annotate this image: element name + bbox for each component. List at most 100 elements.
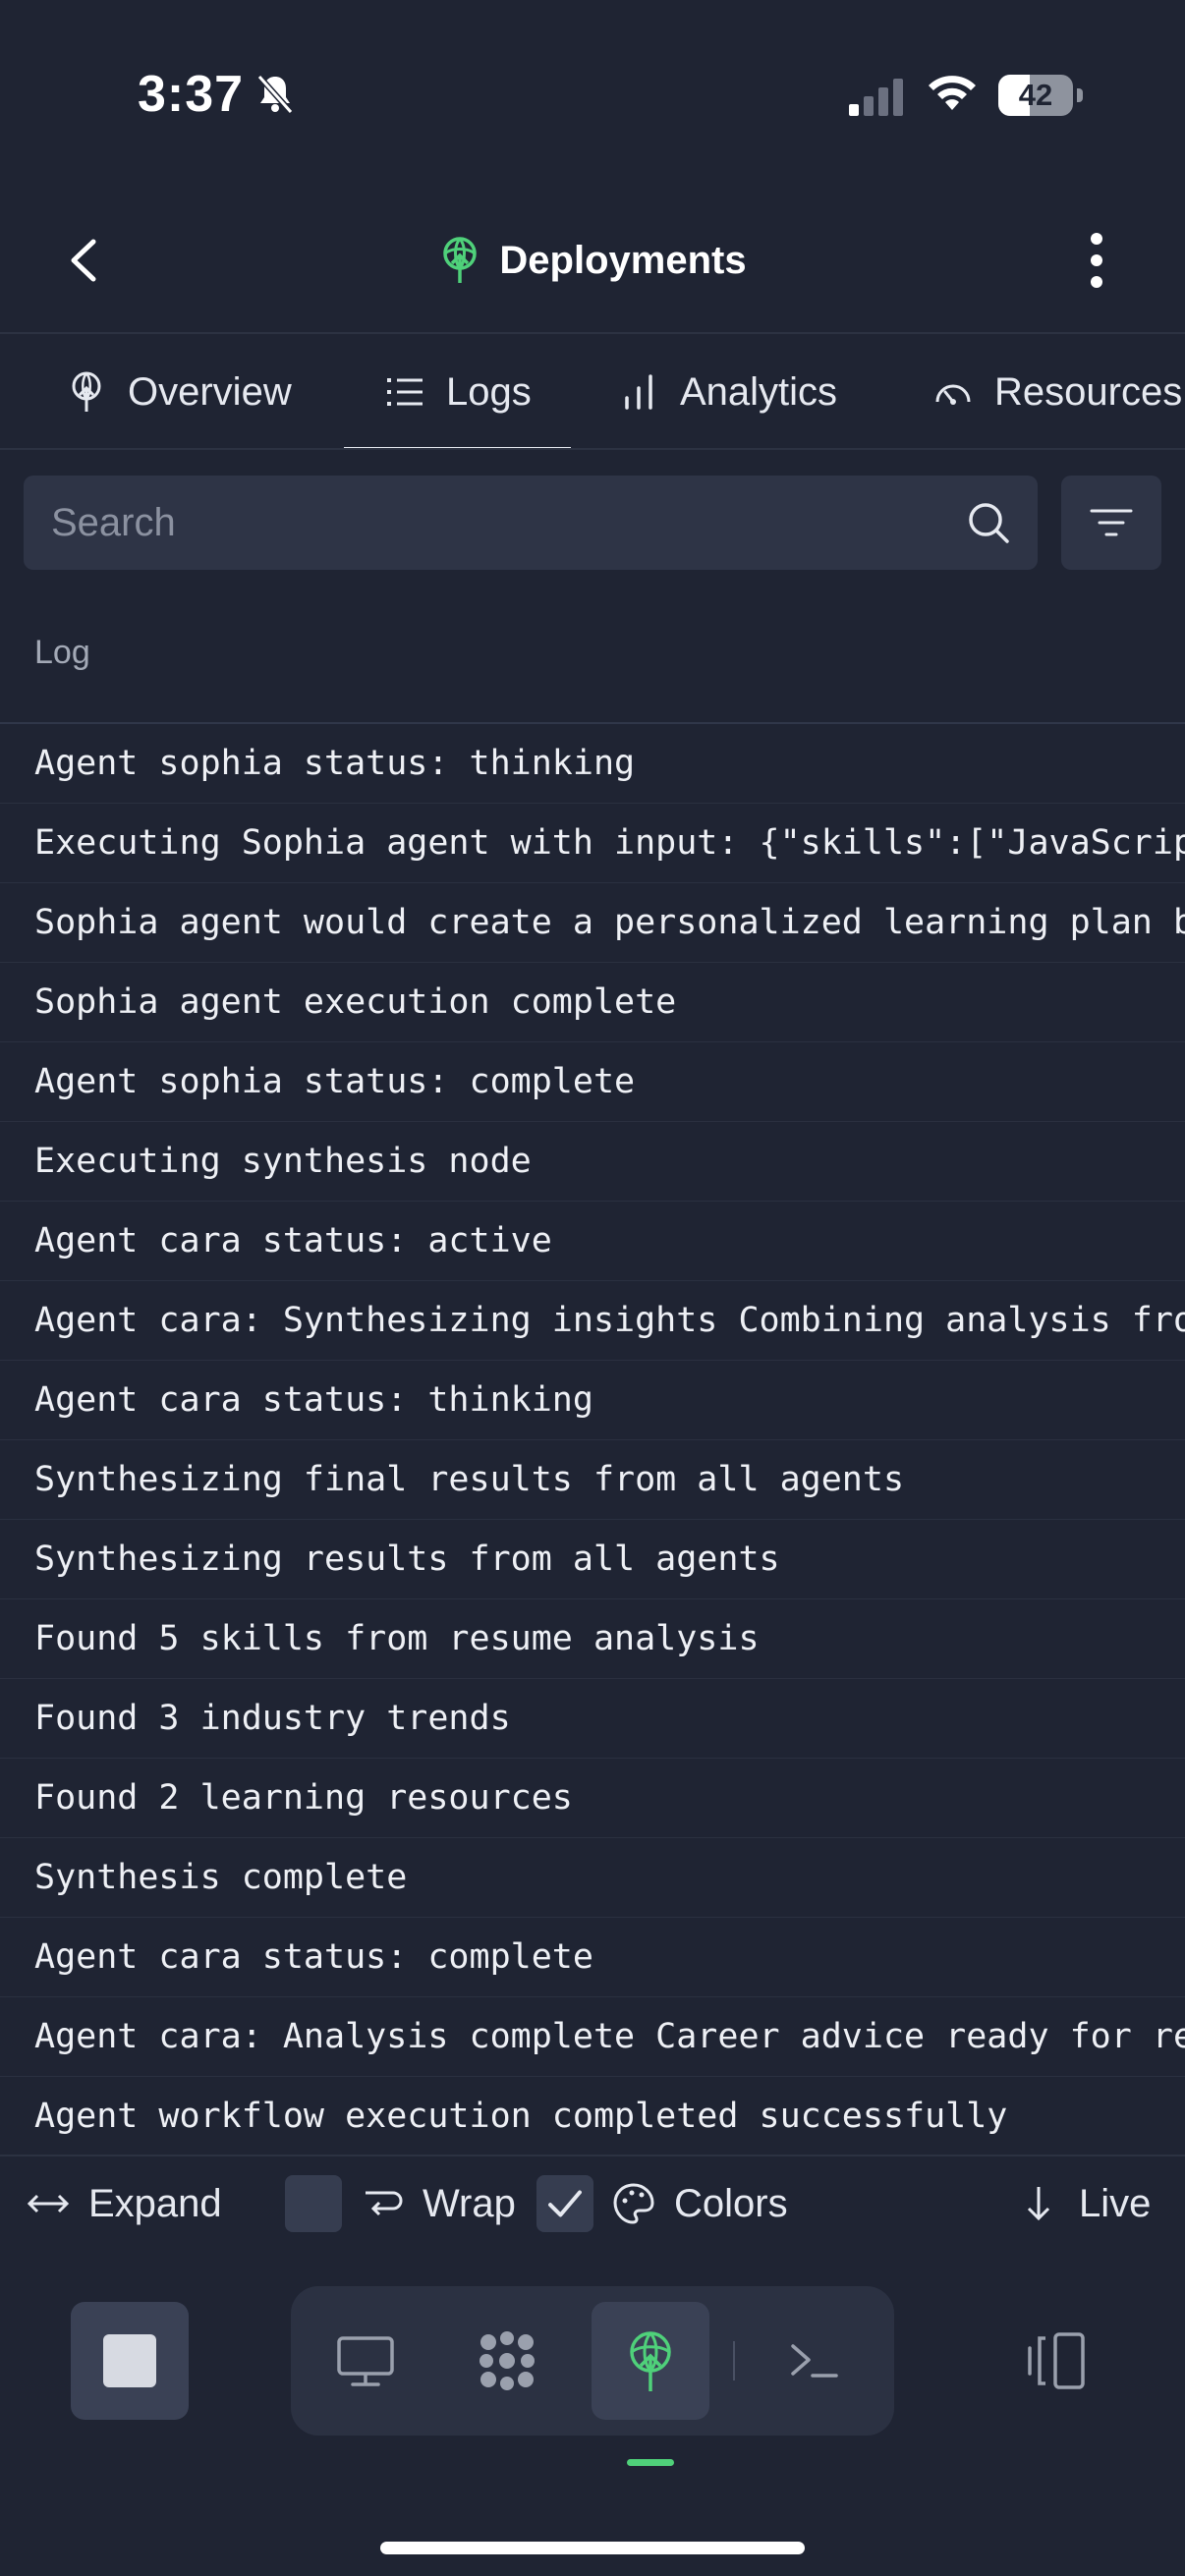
log-row[interactable]: Sophia agent would create a personalized… [0, 883, 1185, 963]
cellular-signal-icon [849, 79, 903, 116]
tab-label: Resources [994, 369, 1183, 414]
stop-button[interactable] [71, 2302, 189, 2420]
log-list[interactable]: Agent sophia status: thinking Executing S… [0, 724, 1185, 2155]
log-message: Agent cara status: active [34, 1221, 552, 1260]
log-message: Agent sophia status: thinking [34, 744, 636, 783]
battery-tip [1077, 88, 1083, 102]
log-message: Found 3 industry trends [34, 1699, 511, 1738]
tab-label: Logs [446, 369, 532, 414]
log-row[interactable]: Synthesizing results from all agents [0, 1520, 1185, 1599]
log-message: Agent cara: Analysis complete Career adv… [34, 2017, 1185, 2056]
status-bar: 3:37 42 [0, 0, 1185, 187]
colors-checkbox[interactable] [536, 2175, 593, 2232]
search-icon[interactable] [965, 499, 1012, 546]
log-message: Agent cara: Synthesizing insights Combin… [34, 1301, 1185, 1340]
expand-button[interactable]: Expand [26, 2156, 222, 2251]
tab-overview[interactable]: Overview [65, 336, 292, 448]
tab-resources[interactable]: Resources [931, 336, 1182, 448]
log-column-header: Log [34, 634, 90, 671]
colors-label: Colors [674, 2181, 788, 2225]
chevron-left-icon [71, 239, 96, 282]
deploy-icon [72, 371, 101, 412]
deployments-icon [443, 237, 478, 283]
stop-icon [103, 2334, 156, 2387]
deployments-icon [630, 2331, 671, 2391]
filter-button[interactable] [1061, 476, 1161, 570]
nav-header: Deployments [0, 187, 1185, 334]
log-row[interactable]: Agent cara status: active [0, 1202, 1185, 1281]
dock-nav-group [291, 2286, 894, 2436]
log-row[interactable]: Agent cara: Synthesizing insights Combin… [0, 1281, 1185, 1361]
log-row[interactable]: Synthesizing final results from all agen… [0, 1440, 1185, 1520]
desktop-button[interactable] [307, 2302, 424, 2420]
battery-percentage: 42 [1018, 78, 1053, 112]
log-message: Sophia agent execution complete [34, 982, 677, 1022]
wrap-icon [366, 2191, 403, 2216]
log-message: Executing Sophia agent with input: {"ski… [34, 823, 1185, 863]
wrap-label: Wrap [423, 2181, 516, 2225]
wifi-icon [929, 76, 976, 110]
apps-grid-icon [480, 2331, 535, 2390]
log-message: Synthesizing results from all agents [34, 1540, 780, 1579]
bottom-dock [0, 2249, 1185, 2576]
page-title: Deployments [499, 238, 747, 282]
terminal-button[interactable] [755, 2302, 873, 2420]
log-message: Found 5 skills from resume analysis [34, 1619, 760, 1658]
arrow-down-icon [1027, 2187, 1050, 2221]
tab-label: Overview [128, 369, 292, 414]
wrap-checkbox[interactable] [285, 2175, 342, 2232]
back-button[interactable] [49, 226, 118, 295]
expand-label: Expand [88, 2181, 222, 2225]
log-toolbar: Expand Wrap Colors Live [0, 2155, 1185, 2249]
log-row[interactable]: Executing Sophia agent with input: {"ski… [0, 804, 1185, 883]
log-message: Agent cara status: thinking [34, 1380, 593, 1420]
status-time: 3:37 [138, 66, 245, 123]
log-row[interactable]: Found 5 skills from resume analysis [0, 1599, 1185, 1679]
log-row[interactable]: Agent cara: Analysis complete Career adv… [0, 1997, 1185, 2077]
more-options-button[interactable] [1067, 226, 1126, 295]
wrap-toggle[interactable]: Wrap [285, 2156, 516, 2251]
checkmark-icon [548, 2190, 582, 2217]
tab-bar: Overview Logs Analytics Resources [0, 336, 1185, 450]
more-vertical-icon [1091, 233, 1102, 288]
search-input[interactable] [24, 476, 965, 570]
live-button[interactable]: Live [1016, 2156, 1151, 2251]
deployments-button[interactable] [592, 2302, 709, 2420]
log-message: Executing synthesis node [34, 1142, 532, 1181]
log-message: Synthesis complete [34, 1858, 408, 1897]
log-row[interactable]: Found 3 industry trends [0, 1679, 1185, 1759]
battery-indicator: 42 [998, 75, 1083, 116]
log-message: Synthesizing final results from all agen… [34, 1460, 905, 1499]
log-row[interactable]: Found 2 learning resources [0, 1759, 1185, 1838]
palette-icon [613, 2183, 654, 2224]
log-row[interactable]: Agent cara status: thinking [0, 1361, 1185, 1440]
tab-analytics[interactable]: Analytics [617, 336, 837, 448]
log-message: Agent cara status: complete [34, 1937, 593, 1977]
colors-toggle[interactable]: Colors [536, 2156, 788, 2251]
live-label: Live [1079, 2181, 1152, 2225]
log-message: Sophia agent would create a personalized… [34, 903, 1185, 942]
log-row[interactable]: Agent cara status: complete [0, 1918, 1185, 1997]
side-panel-button[interactable] [996, 2302, 1114, 2420]
expand-horizontal-icon [27, 2194, 70, 2213]
log-message: Found 2 learning resources [34, 1778, 573, 1818]
tab-logs[interactable]: Logs [344, 336, 571, 448]
dock-separator [733, 2341, 735, 2380]
search-box [24, 476, 1038, 570]
battery-body: 42 [998, 75, 1073, 116]
log-row[interactable]: Agent sophia status: complete [0, 1042, 1185, 1122]
gauge-icon [935, 384, 971, 405]
log-row[interactable]: Synthesis complete [0, 1838, 1185, 1918]
bell-muted-icon [256, 75, 294, 114]
log-row[interactable]: Agent workflow execution completed succe… [0, 2077, 1185, 2155]
bar-chart-icon [625, 374, 652, 410]
log-message: Agent workflow execution completed succe… [34, 2097, 1008, 2136]
log-row[interactable]: Sophia agent execution complete [0, 963, 1185, 1042]
list-icon [387, 378, 423, 406]
tab-label: Analytics [680, 369, 838, 414]
home-indicator[interactable] [380, 2542, 805, 2554]
log-row[interactable]: Executing synthesis node [0, 1122, 1185, 1202]
apps-button[interactable] [448, 2302, 566, 2420]
filter-icon [1090, 509, 1133, 536]
log-row[interactable]: Agent sophia status: thinking [0, 724, 1185, 804]
